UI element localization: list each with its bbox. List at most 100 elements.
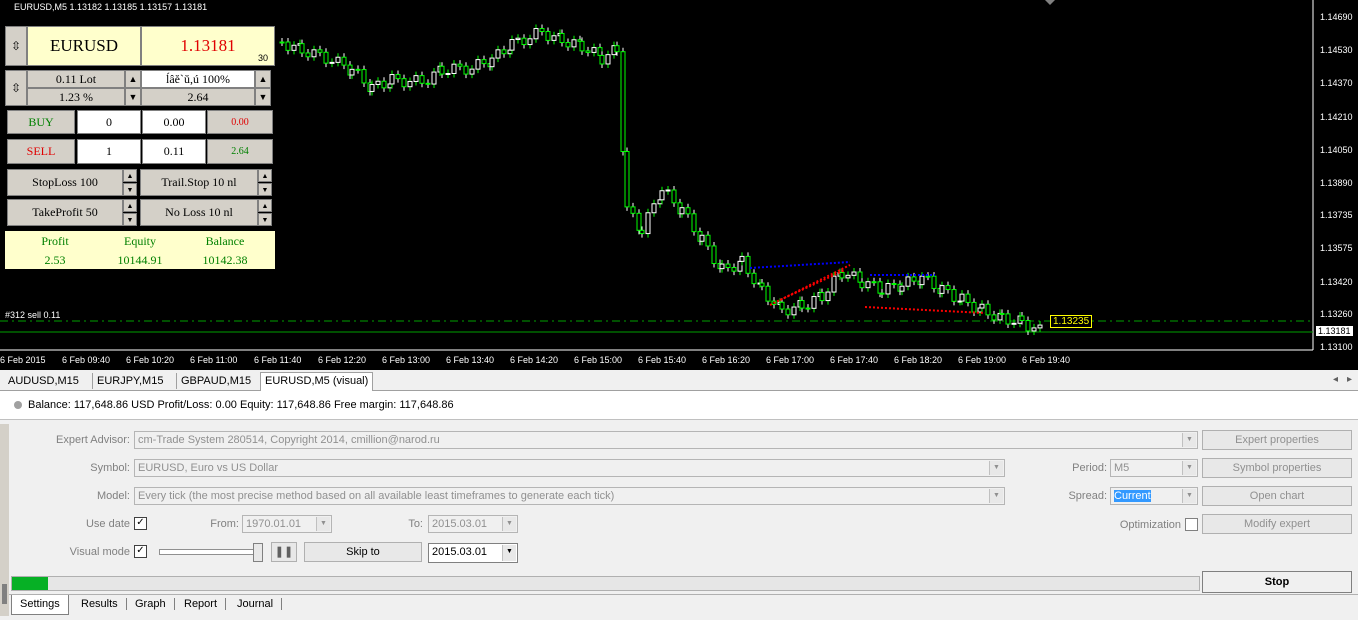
chevron-down-icon[interactable]: ▼ — [989, 461, 1003, 475]
speed-slider-track[interactable] — [159, 549, 261, 555]
lot-down-icon[interactable]: ▼ — [125, 88, 141, 106]
candle-body — [999, 312, 1005, 315]
stoploss-down-icon[interactable]: ▼ — [123, 183, 137, 196]
candle-body — [389, 74, 395, 85]
time-label: 6 Feb 14:20 — [510, 355, 559, 365]
price-axis-label: 1.13100 — [1320, 342, 1353, 352]
stop-button[interactable]: Stop — [1202, 571, 1352, 593]
lot-size-field[interactable]: 0.11 Lot — [27, 70, 125, 88]
time-label: 6 Feb 10:20 — [126, 355, 175, 365]
buy-profit[interactable]: 0.00 — [207, 110, 273, 134]
tab-graph[interactable]: Graph — [135, 598, 175, 610]
time-label: 6 Feb 11:40 — [254, 355, 302, 365]
symbol-properties-button[interactable]: Symbol properties — [1202, 458, 1352, 478]
chevron-down-icon[interactable]: ▼ — [989, 489, 1003, 503]
chart-tab-active[interactable]: EURUSD,M5 (visual) — [260, 372, 374, 391]
candle-body — [361, 69, 367, 84]
sell-button[interactable]: SELL — [7, 139, 75, 164]
speed-slider-handle[interactable] — [253, 543, 263, 562]
tab-journal[interactable]: Journal — [237, 598, 283, 610]
tab-report[interactable]: Report — [184, 598, 227, 610]
chevron-down-icon[interactable]: ▼ — [1182, 461, 1196, 475]
trailstop-up-icon[interactable]: ▲ — [258, 169, 272, 182]
value-down-icon[interactable]: ▼ — [255, 88, 271, 106]
drag-handle-icon[interactable]: ⇳ — [5, 70, 27, 106]
noloss-down-icon[interactable]: ▼ — [258, 213, 272, 226]
trade-line — [749, 261, 851, 269]
tab-left-arrow-icon[interactable]: ◂ — [1333, 374, 1338, 385]
risk-up-icon[interactable]: ▲ — [255, 70, 271, 88]
tester-grip-icon — [2, 584, 7, 604]
expert-select[interactable]: cm-Trade System 280514, Copyright 2014, … — [134, 431, 1198, 449]
time-label: 6 Feb 17:00 — [766, 355, 815, 365]
candle-body — [323, 51, 329, 64]
optimization-checkbox[interactable] — [1185, 518, 1198, 531]
pause-button[interactable]: ❚❚ — [271, 542, 297, 562]
candle-body — [457, 63, 463, 67]
candle-body — [425, 82, 431, 85]
tab-results[interactable]: Results — [81, 598, 127, 610]
skip-to-button[interactable]: Skip to — [304, 542, 422, 562]
balance-label: Balance — [205, 233, 245, 248]
takeprofit-up-icon[interactable]: ▲ — [123, 199, 137, 212]
use-date-checkbox[interactable]: ✓ — [134, 517, 147, 530]
tab-right-arrow-icon[interactable]: ▸ — [1347, 374, 1352, 385]
candle-body — [645, 212, 651, 235]
takeprofit-down-icon[interactable]: ▼ — [123, 213, 137, 226]
candle-body — [879, 292, 885, 295]
price-axis-label: 1.13735 — [1320, 210, 1353, 220]
candle-body — [759, 282, 765, 287]
lot-up-icon[interactable]: ▲ — [125, 70, 141, 88]
value-field[interactable]: 2.64 — [141, 88, 255, 106]
candle-body — [1031, 327, 1037, 332]
chevron-down-icon[interactable]: ▼ — [502, 517, 516, 531]
candle-body — [977, 307, 983, 313]
candle-body — [845, 274, 851, 279]
spread-select[interactable]: Current ▼ — [1110, 487, 1198, 505]
trailstop-button[interactable]: Trail.Stop 10 nl — [140, 169, 258, 196]
percent-field[interactable]: 1.23 % — [27, 88, 125, 106]
visual-mode-checkbox[interactable]: ✓ — [134, 545, 147, 558]
chevron-down-icon[interactable]: ▼ — [316, 517, 330, 531]
stoploss-button[interactable]: StopLoss 100 — [7, 169, 123, 196]
skip-to-date-field[interactable]: 2015.03.01 ▼ — [428, 543, 518, 563]
candle-body — [871, 281, 877, 284]
chart-tab[interactable]: AUDUSD,M15 — [4, 373, 83, 389]
symbol-select[interactable]: EURUSD, Euro vs US Dollar ▼ — [134, 459, 1005, 477]
model-select[interactable]: Every tick (the most precise method base… — [134, 487, 1005, 505]
tab-settings[interactable]: Settings — [11, 595, 69, 615]
from-date-field[interactable]: 1970.01.01 ▼ — [242, 515, 332, 533]
price-fraction: 30 — [258, 53, 269, 63]
modify-expert-button[interactable]: Modify expert — [1202, 514, 1352, 534]
takeprofit-button[interactable]: TakeProfit 50 — [7, 199, 123, 226]
candle-body — [765, 285, 771, 302]
current-price: 1.13181 — [141, 26, 275, 66]
candle-body — [407, 80, 413, 88]
candle-body — [539, 28, 545, 33]
chart-tab[interactable]: EURJPY,M15 — [92, 373, 167, 389]
expert-properties-button[interactable]: Expert properties — [1202, 430, 1352, 450]
buy-button[interactable]: BUY — [7, 110, 75, 134]
chevron-down-icon[interactable]: ▼ — [1182, 433, 1196, 447]
candle-body — [431, 71, 437, 85]
candle-body — [387, 83, 393, 89]
account-summary: Profit Equity Balance 2.53 10144.91 1014… — [5, 231, 275, 269]
candle-body — [665, 189, 671, 192]
chevron-down-icon[interactable]: ▼ — [1182, 489, 1196, 503]
chevron-down-icon[interactable]: ▼ — [502, 545, 516, 561]
stoploss-up-icon[interactable]: ▲ — [123, 169, 137, 182]
open-chart-button[interactable]: Open chart — [1202, 486, 1352, 506]
to-date-field[interactable]: 2015.03.01 ▼ — [428, 515, 518, 533]
trailstop-down-icon[interactable]: ▼ — [258, 183, 272, 196]
noloss-button[interactable]: No Loss 10 nl — [140, 199, 258, 226]
risk-field[interactable]: ĺâĕ`ŭ,ú 100% — [141, 70, 255, 88]
drag-handle-icon[interactable]: ⇳ — [5, 26, 27, 66]
noloss-up-icon[interactable]: ▲ — [258, 199, 272, 212]
chart-tab[interactable]: GBPAUD,M15 — [176, 373, 255, 389]
price-chart[interactable]: EURUSD,M5 1.13182 1.13185 1.13157 1.1318… — [0, 0, 1358, 370]
sell-profit[interactable]: 2.64 — [207, 139, 273, 164]
balance-value: 10142.38 — [202, 252, 248, 267]
candle-body — [620, 51, 626, 152]
period-select[interactable]: M5 ▼ — [1110, 459, 1198, 477]
price-axis-label: 1.14690 — [1320, 12, 1353, 22]
